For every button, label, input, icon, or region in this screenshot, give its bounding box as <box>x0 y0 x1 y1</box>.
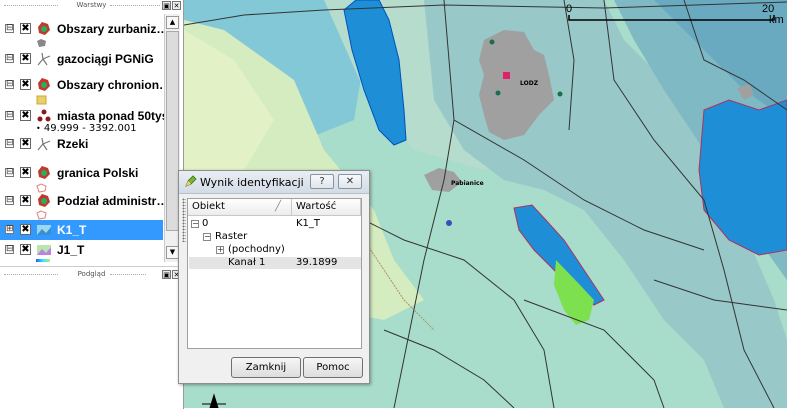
scale-start-label: 0 <box>566 3 573 15</box>
layer-row-selected[interactable]: ⊞ ✖ K1_T <box>0 220 163 240</box>
layer-symbol-icon <box>36 95 47 105</box>
tree-item-key[interactable]: 0 <box>202 218 208 230</box>
tree-item-key[interactable]: (pochodny) <box>228 244 285 256</box>
layer-row[interactable]: ⊟ ✖ granica Polski <box>0 163 163 183</box>
collapse-icon[interactable]: ⊟ <box>5 196 14 205</box>
collapse-icon[interactable]: ⊟ <box>5 24 14 33</box>
resize-grip[interactable] <box>182 198 186 242</box>
layer-name: granica Polski <box>57 166 139 180</box>
polygon-layer-icon <box>38 22 50 35</box>
raster-layer-icon <box>37 245 51 255</box>
layer-row[interactable]: ⊟ ✖ Obszary chronion… <box>0 75 171 95</box>
close-panel-button[interactable]: ✕ <box>172 1 181 10</box>
layer-name: Obszary chronion… <box>57 78 172 92</box>
layer-visibility-checkbox[interactable]: ✖ <box>20 138 31 149</box>
line-layer-icon <box>37 52 51 66</box>
layer-visibility-checkbox[interactable]: ✖ <box>20 79 31 90</box>
help-title-button[interactable]: ? <box>310 174 334 189</box>
expand-icon[interactable]: ⊞ <box>5 225 14 234</box>
tree-item-key[interactable]: Raster <box>215 231 247 243</box>
tree-item-value: K1_T <box>296 218 321 229</box>
layer-symbol-icon <box>37 39 46 47</box>
scroll-up-icon[interactable]: ▲ <box>166 16 179 29</box>
collapse-icon[interactable]: − <box>203 233 211 241</box>
layer-name: J1_T <box>57 243 85 257</box>
collapse-icon[interactable]: − <box>191 220 199 228</box>
dialog-title-bar[interactable]: Wynik identyfikacji ? ✕ <box>179 171 369 194</box>
layer-row[interactable]: ⊟ ✖ gazociągi PGNiG <box>0 49 163 69</box>
layer-name: K1_T <box>57 223 87 237</box>
bullet-icon: • <box>36 124 41 133</box>
line-layer-icon <box>37 137 51 151</box>
close-title-button[interactable]: ✕ <box>338 174 362 189</box>
point-layer-icon <box>37 109 51 122</box>
overview-panel: Podgląd ▣ ✕ <box>0 266 184 409</box>
layer-visibility-checkbox[interactable]: ✖ <box>20 224 31 235</box>
legend-range: 49.999 - 3392.001 <box>43 123 137 134</box>
scale-unit-label: km <box>769 14 784 26</box>
float-panel-button[interactable]: ▣ <box>162 1 171 10</box>
layers-panel-header: Warstwy <box>0 0 183 11</box>
polygon-layer-icon <box>38 78 50 91</box>
overview-panel-title: Podgląd <box>77 270 106 278</box>
layer-visibility-checkbox[interactable]: ✖ <box>20 195 31 206</box>
collapse-icon[interactable]: ⊟ <box>5 245 14 254</box>
layer-name: Podział administr… <box>57 194 169 208</box>
column-header-value[interactable]: Wartość <box>292 199 361 216</box>
layer-row[interactable]: ⊟ ✖ Obszary zurbaniz… <box>0 19 168 39</box>
raster-layer-icon <box>37 225 51 235</box>
results-tree[interactable]: Obiekt ╱ Wartość − 0 K1_T − Raster + (po… <box>187 198 362 349</box>
layer-row[interactable]: ⊟ ✖ J1_T <box>0 240 163 260</box>
layer-visibility-checkbox[interactable]: ✖ <box>20 167 31 178</box>
polygon-layer-icon <box>38 194 50 207</box>
layer-visibility-checkbox[interactable]: ✖ <box>20 53 31 64</box>
color-ramp-icon <box>36 259 50 262</box>
layer-visibility-checkbox[interactable]: ✖ <box>20 23 31 34</box>
tree-item-key[interactable]: Kanał 1 <box>228 257 265 269</box>
dialog-title: Wynik identyfikacji <box>200 176 304 189</box>
collapse-icon[interactable]: ⊟ <box>5 111 14 120</box>
layer-name: Obszary zurbaniz… <box>57 22 169 36</box>
layer-row[interactable]: ⊟ ✖ Podział administr… <box>0 191 168 211</box>
layer-name: Rzeki <box>57 137 89 151</box>
layers-panel-title: Warstwy <box>76 1 107 9</box>
layer-symbol-icon <box>36 210 47 220</box>
layer-visibility-checkbox[interactable]: ✖ <box>20 244 31 255</box>
layer-visibility-checkbox[interactable]: ✖ <box>20 110 31 121</box>
tree-item-value: 39.1899 <box>296 257 338 268</box>
polygon-layer-icon <box>38 166 50 179</box>
collapse-icon[interactable]: ⊟ <box>5 139 14 148</box>
overview-panel-header: Podgląd <box>0 269 183 280</box>
town-label: Pabianice <box>451 180 484 187</box>
identify-results-dialog[interactable]: Wynik identyfikacji ? ✕ Obiekt ╱ Wartość… <box>178 170 370 384</box>
collapse-icon[interactable]: ⊟ <box>5 54 14 63</box>
expand-icon[interactable]: + <box>216 246 224 254</box>
collapse-icon[interactable]: ⊟ <box>5 80 14 89</box>
identify-pencil-icon <box>185 175 197 187</box>
layer-name: gazociągi PGNiG <box>57 52 154 66</box>
close-button[interactable]: Zamknij <box>231 357 301 378</box>
sort-icon: ╱ <box>274 201 281 212</box>
layer-name: miasta ponad 50tys <box>57 109 169 123</box>
column-header-feature[interactable]: Obiekt ╱ <box>188 199 292 216</box>
collapse-icon[interactable]: ⊟ <box>5 168 14 177</box>
layers-panel: Warstwy ▣ ✕ ⊟ ✖ Obszary zurbaniz… ⊟ ✖ ga… <box>0 0 184 264</box>
float-panel-button[interactable]: ▣ <box>162 270 171 279</box>
layer-row[interactable]: ⊟ ✖ Rzeki <box>0 134 163 154</box>
help-button[interactable]: Pomoc <box>303 357 363 378</box>
city-label: LODZ <box>520 80 539 87</box>
